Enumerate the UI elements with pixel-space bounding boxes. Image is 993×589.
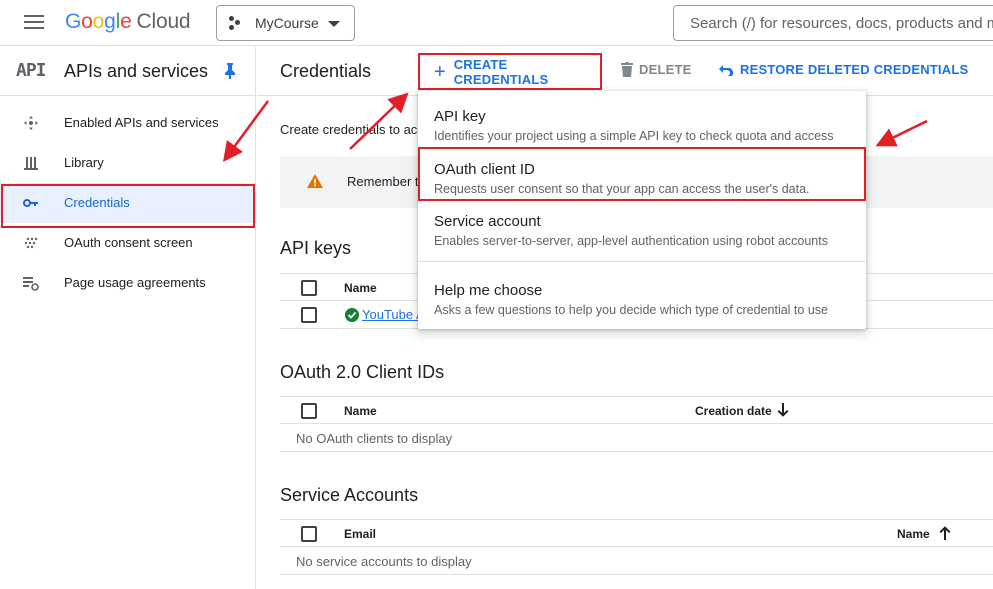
plus-icon: + xyxy=(434,60,446,83)
menu-icon[interactable] xyxy=(24,15,44,31)
sidebar-item-label: Page usage agreements xyxy=(64,275,206,290)
delete-button[interactable]: DELETE xyxy=(621,62,691,77)
sidebar: API APIs and services Enabled APIs and s… xyxy=(0,47,256,589)
oauth-title: OAuth 2.0 Client IDs xyxy=(280,362,445,382)
warning-icon xyxy=(307,174,323,188)
page-title: Credentials xyxy=(280,61,372,81)
menu-item-title: OAuth client ID xyxy=(434,161,535,178)
empty-state-text: No service accounts to display xyxy=(296,554,472,569)
column-header-email: Email xyxy=(344,527,377,541)
table-row: No OAuth clients to display xyxy=(280,424,993,452)
service-accounts-table-header: Email Name xyxy=(280,519,993,547)
select-all-checkbox[interactable] xyxy=(301,280,317,296)
project-name: MyCourse xyxy=(255,15,319,31)
project-selector[interactable]: MyCourse xyxy=(216,5,355,41)
restore-label: RESTORE DELETED CREDENTIALS xyxy=(740,62,969,77)
restore-deleted-button[interactable]: RESTORE DELETED CREDENTIALS xyxy=(719,62,968,77)
row-checkbox[interactable] xyxy=(301,307,317,323)
sidebar-item-credentials[interactable]: Credentials xyxy=(0,183,255,223)
create-credentials-label: CREATE CREDENTIALS xyxy=(453,56,549,87)
api-key-link[interactable]: YouTube A xyxy=(362,307,425,322)
arrow-to-oauth-item xyxy=(875,119,928,147)
api-keys-title: API keys xyxy=(280,238,352,258)
column-header-name[interactable]: Name xyxy=(897,527,930,541)
project-icon xyxy=(229,16,243,30)
pin-icon[interactable] xyxy=(224,63,236,79)
column-header-creation-date[interactable]: Creation date xyxy=(695,404,772,418)
table-row: No service accounts to display xyxy=(280,547,993,575)
library-icon xyxy=(24,157,38,170)
arrow-up-icon[interactable] xyxy=(939,526,951,540)
column-header-name: Name xyxy=(344,404,377,418)
hub-icon xyxy=(24,116,38,130)
sidebar-item-page-usage[interactable]: Page usage agreements xyxy=(0,263,255,303)
sidebar-item-oauth-consent[interactable]: OAuth consent screen xyxy=(0,223,255,263)
trash-icon xyxy=(621,62,633,77)
sidebar-title: APIs and services xyxy=(64,61,209,81)
menu-item-description: Asks a few questions to help you decide … xyxy=(434,303,828,317)
menu-item-title: Help me choose xyxy=(434,282,543,299)
menu-item-title: Service account xyxy=(434,213,541,230)
menu-item-api-key[interactable]: API key Identifies your project using a … xyxy=(418,95,866,147)
sidebar-item-label: Library xyxy=(64,155,104,170)
undo-icon xyxy=(719,64,734,76)
create-credentials-button[interactable]: + CREATE CREDENTIALS xyxy=(418,53,602,90)
logo-letter: o xyxy=(81,10,93,33)
menu-divider xyxy=(418,261,866,262)
select-all-checkbox[interactable] xyxy=(301,526,317,542)
chevron-down-icon xyxy=(328,21,340,27)
menu-item-help-me-choose[interactable]: Help me choose Asks a few questions to h… xyxy=(418,269,866,321)
page-header: Credentials + CREATE CREDENTIALS DELETE … xyxy=(257,47,993,96)
menu-item-description: Identifies your project using a simple A… xyxy=(434,129,834,143)
sidebar-item-label: Enabled APIs and services xyxy=(64,115,219,130)
menu-item-oauth-client-id[interactable]: OAuth client ID Requests user consent so… xyxy=(418,148,866,200)
sidebar-item-enabled-apis[interactable]: Enabled APIs and services xyxy=(0,103,255,143)
service-accounts-title: Service Accounts xyxy=(280,485,419,505)
menu-item-description: Requests user consent so that your app c… xyxy=(434,182,810,196)
oauth-table-header: Name Creation date xyxy=(280,396,993,424)
sidebar-header: API APIs and services xyxy=(0,47,255,96)
logo-suffix: Cloud xyxy=(136,10,191,33)
sidebar-item-label: Credentials xyxy=(64,195,130,210)
key-icon xyxy=(23,199,38,207)
select-all-checkbox[interactable] xyxy=(301,403,317,419)
logo-letter: G xyxy=(65,10,82,33)
logo-letter: o xyxy=(92,10,105,33)
empty-state-text: No OAuth clients to display xyxy=(296,431,453,446)
search-input[interactable]: Search (/) for resources, docs, products… xyxy=(673,5,993,41)
api-icon: API xyxy=(16,60,46,81)
sidebar-item-label: OAuth consent screen xyxy=(64,235,193,250)
check-circle-icon xyxy=(345,308,359,322)
consent-icon xyxy=(24,237,38,249)
settings-list-icon xyxy=(23,277,39,291)
top-bar: Google Cloud MyCourse Search (/) for reso… xyxy=(0,0,993,46)
menu-item-service-account[interactable]: Service account Enables server-to-server… xyxy=(418,200,866,252)
create-credentials-menu: API key Identifies your project using a … xyxy=(418,91,866,329)
menu-item-title: API key xyxy=(434,108,486,125)
logo-letter: g xyxy=(104,10,116,33)
column-header-name: Name xyxy=(344,281,377,295)
delete-label: DELETE xyxy=(639,62,692,77)
banner-text: Remember t xyxy=(347,174,419,189)
menu-item-description: Enables server-to-server, app-level auth… xyxy=(434,234,828,248)
arrow-down-icon[interactable] xyxy=(777,403,789,417)
google-cloud-logo[interactable]: Google Cloud xyxy=(65,10,191,34)
intro-text: Create credentials to acc xyxy=(280,122,424,137)
logo-letter: e xyxy=(120,10,132,33)
sidebar-item-library[interactable]: Library xyxy=(0,143,255,183)
